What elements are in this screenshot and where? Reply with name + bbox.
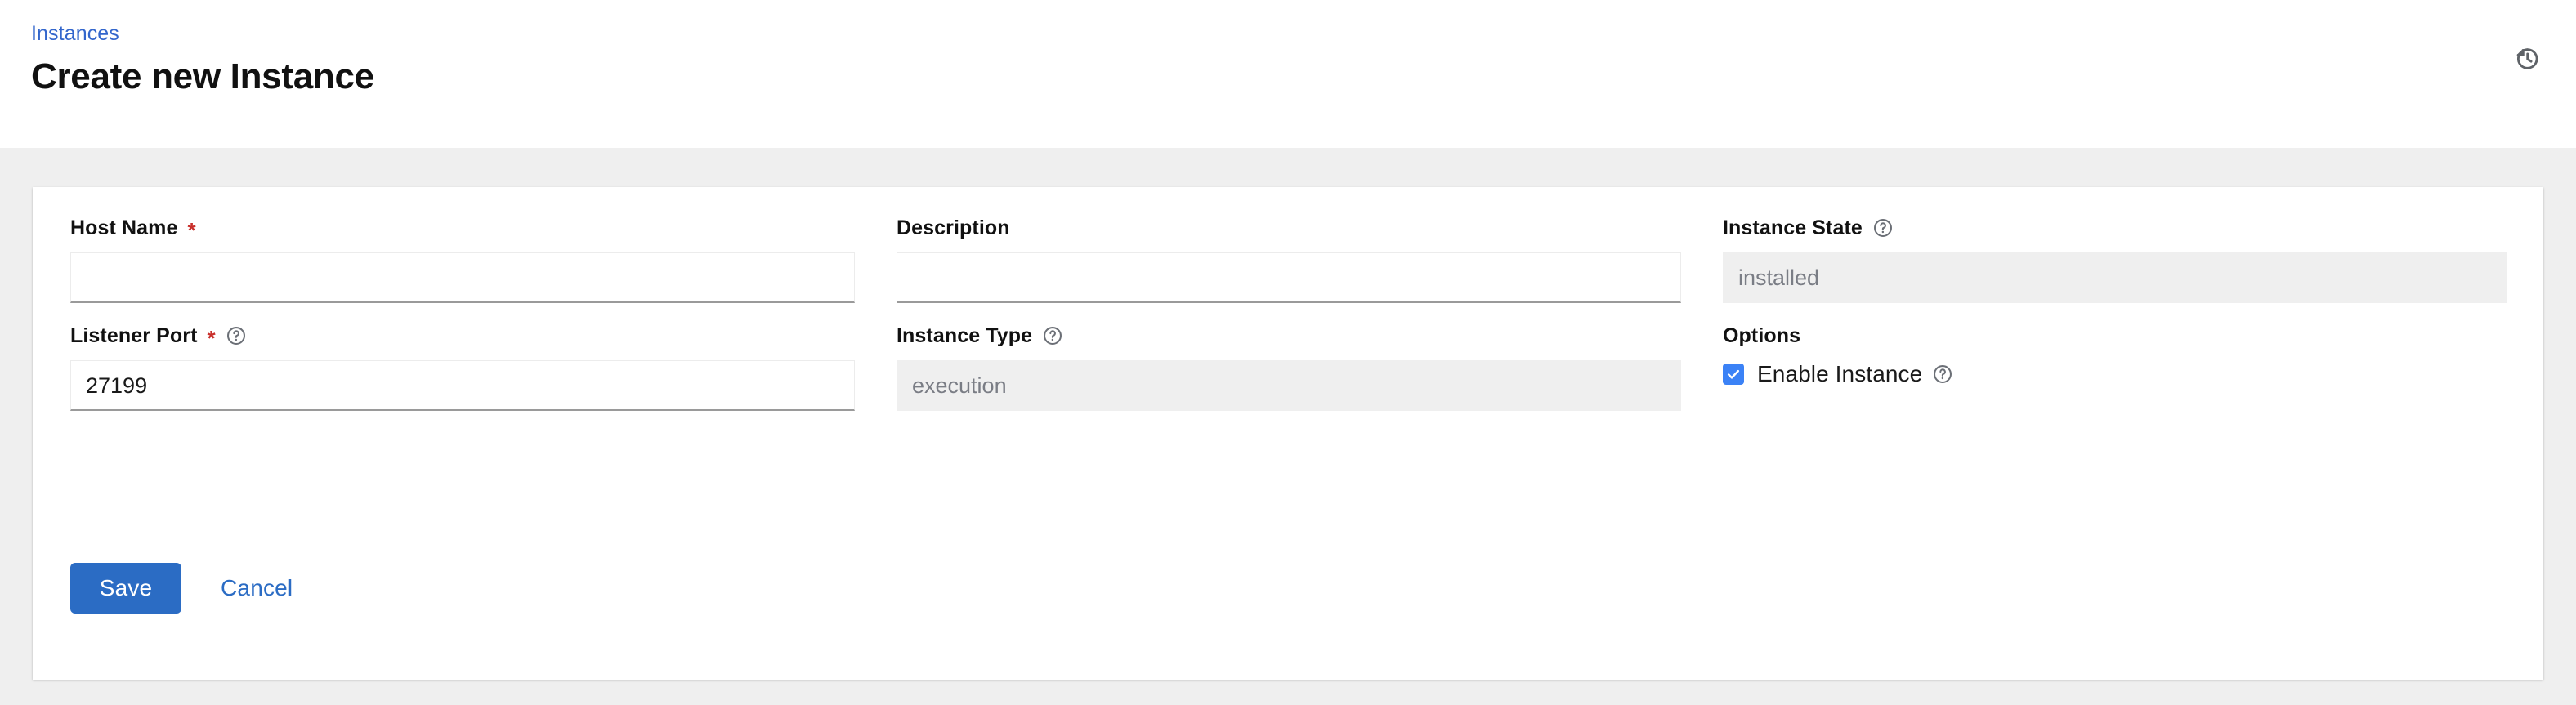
description-input[interactable] — [897, 252, 1681, 303]
host-name-label-row: Host Name * — [70, 216, 855, 243]
instance-type-input — [897, 360, 1681, 411]
listener-port-required-asterisk: * — [207, 326, 216, 350]
page-title: Create new Instance — [31, 56, 374, 96]
form-row-2: Listener Port * 27199 Instance Type exec… — [70, 303, 2504, 411]
enable-instance-label: Enable Instance — [1757, 361, 1923, 386]
help-circle-icon[interactable] — [1932, 364, 1953, 385]
host-name-label: Host Name — [70, 216, 178, 239]
field-host-name: Host Name * — [70, 216, 855, 303]
page-body: Host Name * Description Instance State i… — [0, 148, 2576, 705]
instance-state-input — [1723, 252, 2507, 303]
help-circle-icon[interactable] — [226, 325, 247, 346]
listener-port-label-row: Listener Port * — [70, 324, 855, 350]
field-instance-type: Instance Type — [897, 324, 1681, 411]
description-label: Description — [897, 216, 1010, 239]
breadcrumb-instances[interactable]: Instances — [31, 21, 119, 46]
enable-instance-checkbox[interactable] — [1723, 364, 1744, 385]
field-instance-state: Instance State — [1723, 216, 2507, 303]
enable-instance-row: Enable Instance — [1723, 360, 2507, 388]
description-label-row: Description — [897, 216, 1681, 239]
instance-form: Host Name * Description Instance State i… — [70, 187, 2507, 411]
cancel-button[interactable]: Cancel — [217, 570, 296, 606]
options-label: Options — [1723, 324, 1801, 347]
form-actions: Save Cancel — [70, 563, 296, 614]
listener-port-label: Listener Port — [70, 324, 198, 347]
field-description: Description — [897, 216, 1681, 303]
field-options: Options Enable Instance — [1723, 324, 2507, 411]
page-header: Instances Create new Instance — [0, 0, 2576, 148]
instance-state-label: Instance State — [1723, 216, 1863, 239]
help-circle-icon[interactable] — [1872, 217, 1894, 239]
instance-type-label-row: Instance Type — [897, 324, 1681, 347]
create-instance-card: Host Name * Description Instance State i… — [33, 187, 2543, 680]
save-button[interactable]: Save — [70, 563, 181, 614]
listener-port-input[interactable] — [70, 360, 855, 411]
instance-state-label-row: Instance State — [1723, 216, 2507, 239]
host-name-input[interactable] — [70, 252, 855, 303]
options-label-row: Options — [1723, 324, 2507, 347]
history-button[interactable] — [2507, 39, 2547, 78]
history-icon — [2513, 45, 2541, 73]
form-row-1: Host Name * Description Instance State — [70, 187, 2507, 303]
instance-type-label: Instance Type — [897, 324, 1033, 347]
host-name-required-asterisk: * — [187, 218, 196, 243]
help-circle-icon[interactable] — [1042, 325, 1063, 346]
field-listener-port: Listener Port * — [70, 324, 855, 411]
